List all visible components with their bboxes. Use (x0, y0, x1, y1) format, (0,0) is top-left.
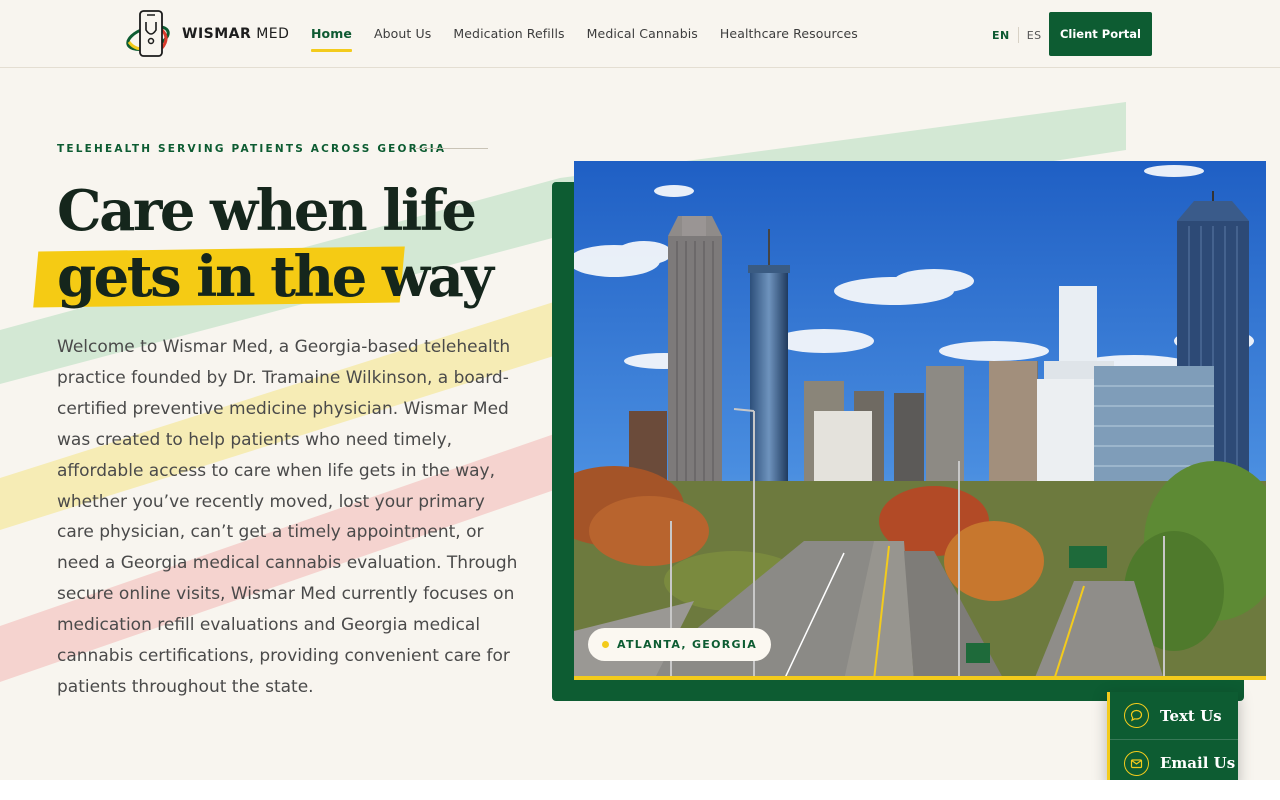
nav-healthcare-resources[interactable]: Healthcare Resources (720, 26, 858, 41)
location-label: ATLANTA, GEORGIA (617, 638, 758, 651)
hero-title: Care when life gets in the way (57, 178, 494, 310)
nav-about-us[interactable]: About Us (374, 26, 431, 41)
lang-es[interactable]: ES (1027, 29, 1042, 42)
language-switcher: EN ES (992, 27, 1042, 43)
nav-medication-refills[interactable]: Medication Refills (453, 26, 564, 41)
lang-divider (1017, 27, 1019, 43)
logo-phone-stethoscope-icon (126, 10, 170, 57)
text-us-button[interactable]: Text Us (1110, 692, 1238, 739)
location-badge: ATLANTA, GEORGIA (588, 628, 772, 661)
eyebrow-divider (416, 148, 488, 149)
mail-icon (1124, 750, 1149, 776)
nav-medical-cannabis[interactable]: Medical Cannabis (587, 26, 698, 41)
email-us-button[interactable]: Email Us (1110, 739, 1238, 786)
logo-wordmark: WISMAR MED (182, 26, 290, 42)
client-portal-button[interactable]: Client Portal (1049, 12, 1152, 56)
hero-title-line-2: gets in the way (57, 244, 494, 310)
chat-icon (1124, 703, 1149, 728)
email-us-label: Email Us (1160, 754, 1236, 772)
site-header: WISMAR MED Home About Us Medication Refi… (0, 0, 1280, 68)
lang-en[interactable]: EN (992, 29, 1010, 42)
hero-eyebrow: TELEHEALTH SERVING PATIENTS ACROSS GEORG… (57, 143, 447, 155)
hero-title-line-1: Care when life (57, 178, 477, 244)
logo[interactable]: WISMAR MED (126, 8, 289, 60)
text-us-label: Text Us (1160, 706, 1222, 725)
nav-home[interactable]: Home (311, 26, 352, 52)
location-dot-icon (602, 641, 609, 648)
atlanta-skyline-photo (574, 161, 1266, 680)
floating-contact-widget: Text Us Email Us (1107, 692, 1238, 786)
hero-body: Welcome to Wismar Med, a Georgia-based t… (57, 337, 518, 697)
next-section-edge (0, 780, 1280, 800)
main-nav: Home About Us Medication Refills Medical… (311, 26, 880, 52)
